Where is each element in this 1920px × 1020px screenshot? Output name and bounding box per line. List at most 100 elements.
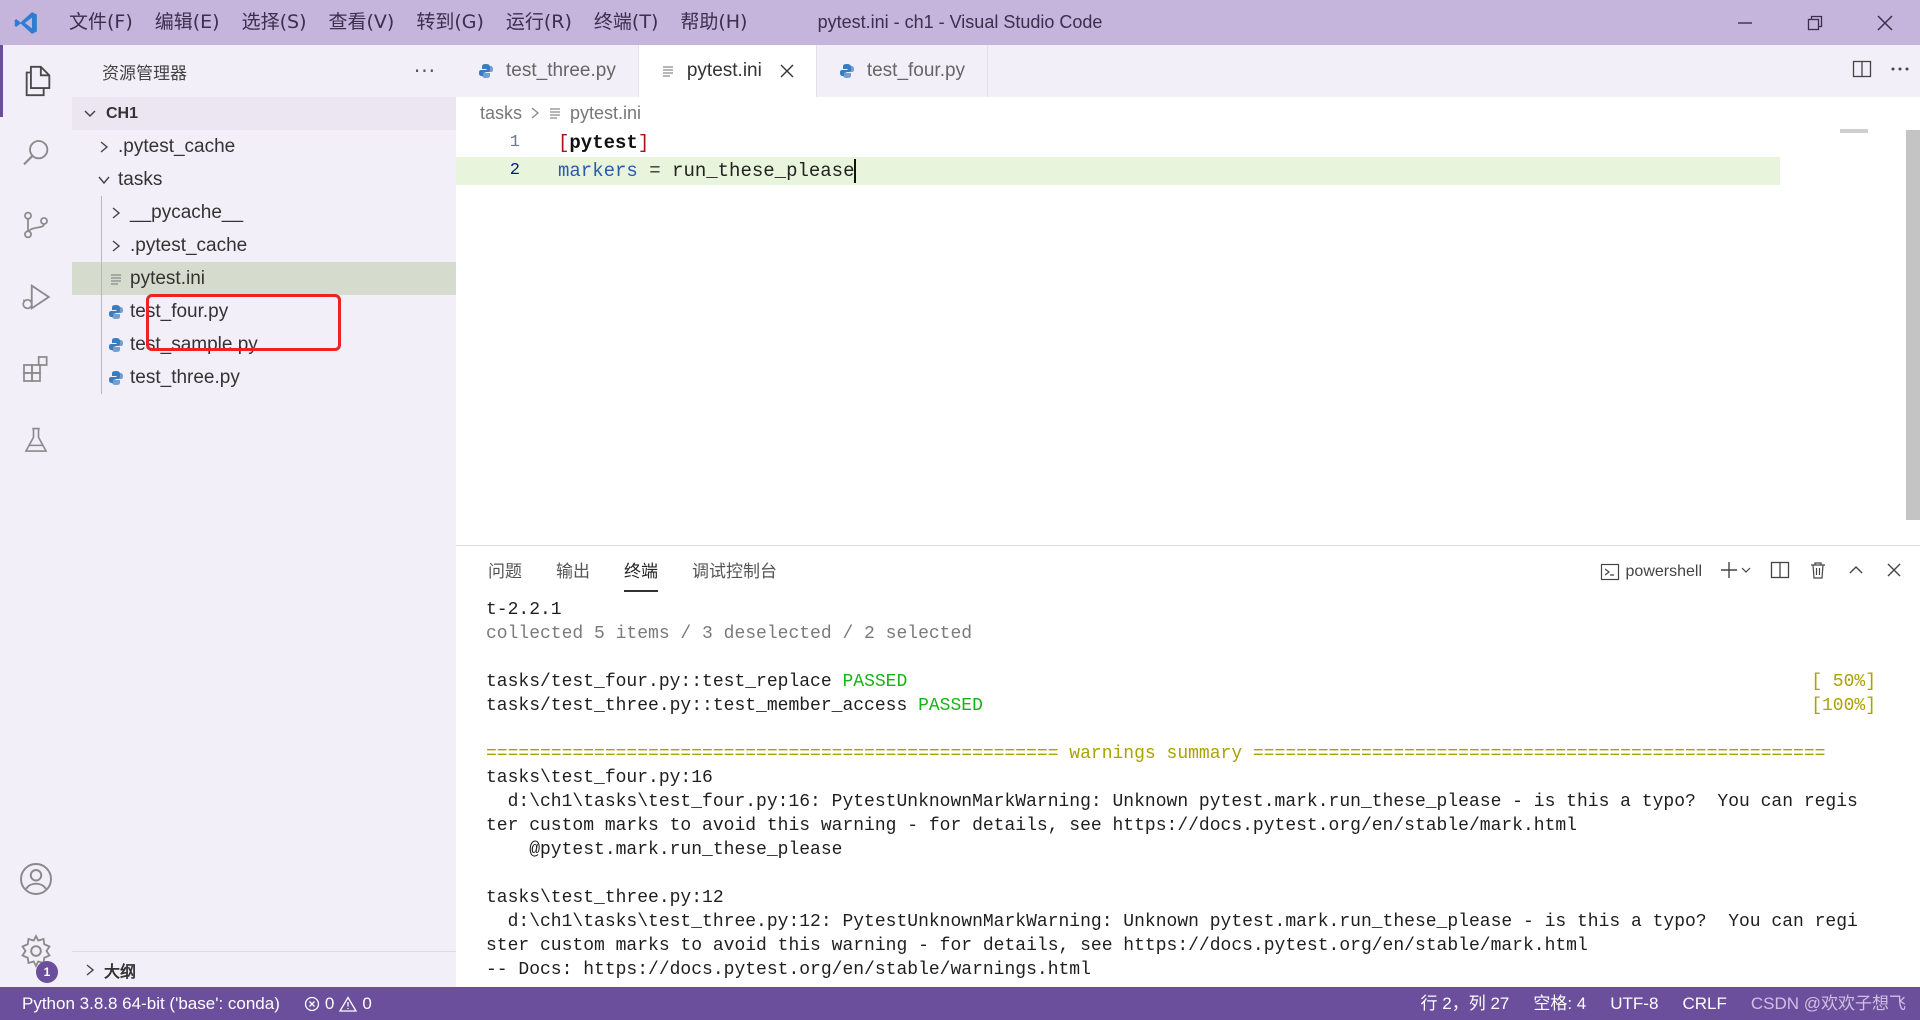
activity-bar: 1 xyxy=(0,45,72,987)
indent-guide xyxy=(101,361,102,394)
minimap[interactable] xyxy=(1840,129,1868,133)
token-bracket: [ xyxy=(558,132,570,154)
explorer-title: 资源管理器 xyxy=(102,63,187,84)
tree-item-pytest-cache-tasks[interactable]: .pytest_cache xyxy=(72,229,456,262)
restore-button[interactable] xyxy=(1780,0,1850,45)
tab-label: pytest.ini xyxy=(686,60,762,81)
split-terminal-button[interactable] xyxy=(1770,560,1790,585)
breadcrumb-file[interactable]: pytest.ini xyxy=(570,103,641,124)
ini-file-icon xyxy=(661,64,675,78)
terminal-line: tasks\test_three.py:12 xyxy=(486,888,724,908)
panel-actions: powershell xyxy=(1600,546,1904,598)
tree-item-pytest-ini[interactable]: pytest.ini xyxy=(72,262,456,295)
more-actions-button[interactable]: ··· xyxy=(414,59,436,83)
problems-indicator[interactable]: 0 0 xyxy=(292,987,384,1020)
menu-edit[interactable]: 编辑(E) xyxy=(144,0,231,45)
tree-item-tasks[interactable]: tasks xyxy=(72,163,456,196)
python-interpreter[interactable]: Python 3.8.8 64-bit ('base': conda) xyxy=(0,987,292,1020)
menu-file[interactable]: 文件(F) xyxy=(58,0,144,45)
status-bar-right: 行 2，列 27 空格: 4 UTF-8 CRLF CSDN @欢欢子想飞 xyxy=(1409,987,1920,1020)
python-file-icon xyxy=(106,337,126,353)
watermark-text: CSDN @欢欢子想飞 xyxy=(1750,994,1906,1013)
encoding[interactable]: UTF-8 xyxy=(1598,987,1670,1020)
token-value: run_these_please xyxy=(672,160,855,182)
split-editor-button[interactable] xyxy=(1852,59,1872,84)
source-control-button[interactable] xyxy=(0,189,72,261)
indent-guide xyxy=(101,295,102,328)
tree-item-label: test_three.py xyxy=(130,366,240,388)
menu-selection[interactable]: 选择(S) xyxy=(231,0,318,45)
tree-item-pytest-cache-root[interactable]: .pytest_cache xyxy=(72,130,456,163)
token-bracket: ] xyxy=(637,132,650,154)
error-count: 0 xyxy=(324,994,335,1013)
chevron-right-icon xyxy=(106,239,126,253)
tab-problems[interactable]: 问题 xyxy=(488,546,522,598)
close-icon xyxy=(1887,563,1901,576)
highlight-annotation-box xyxy=(146,294,341,351)
window-controls xyxy=(1710,0,1920,45)
close-window-button[interactable] xyxy=(1850,0,1920,45)
code-line: 1 [pytest] xyxy=(456,129,1920,157)
terminal-output[interactable]: t-2.2.1 collected 5 items / 3 deselected… xyxy=(456,598,1920,982)
close-panel-button[interactable] xyxy=(1884,560,1904,585)
terminal-line: d:\ch1\tasks\test_four.py:16: PytestUnkn… xyxy=(486,792,1858,812)
indent-guide xyxy=(101,262,102,295)
indentation[interactable]: 空格: 4 xyxy=(1521,987,1598,1020)
accounts-button[interactable] xyxy=(0,843,72,915)
close-icon[interactable] xyxy=(780,64,794,78)
tree-item-test-three[interactable]: test_three.py xyxy=(72,361,456,394)
explorer-button[interactable] xyxy=(0,45,72,117)
editor-tabs: test_three.py pytest.ini test_four.py xyxy=(456,45,1920,97)
explorer-header: 资源管理器 ··· xyxy=(72,45,456,97)
terminal-selector[interactable]: powershell xyxy=(1600,562,1702,582)
chevron-right-icon xyxy=(80,963,100,977)
code-editor[interactable]: 1 [pytest] 2 markers = run_these_please xyxy=(456,129,1920,185)
terminal-line: collected 5 items / 3 deselected / 2 sel… xyxy=(486,624,973,644)
extensions-button[interactable] xyxy=(0,333,72,405)
minimize-button[interactable] xyxy=(1710,0,1780,45)
account-icon xyxy=(20,863,52,895)
chevron-down-icon xyxy=(80,107,100,121)
restore-icon xyxy=(1807,15,1823,30)
tab-test-four[interactable]: test_four.py xyxy=(817,45,989,97)
warning-icon xyxy=(339,995,358,1012)
tab-test-three[interactable]: test_three.py xyxy=(456,45,639,97)
testing-button[interactable] xyxy=(0,405,72,477)
menu-run[interactable]: 运行(R) xyxy=(495,0,583,45)
maximize-panel-button[interactable] xyxy=(1846,560,1866,585)
line-number: 2 xyxy=(509,161,520,180)
new-terminal-button[interactable] xyxy=(1720,560,1752,585)
menu-go[interactable]: 转到(G) xyxy=(405,0,495,45)
python-file-icon xyxy=(106,304,126,320)
end-of-line[interactable]: CRLF xyxy=(1670,987,1738,1020)
search-button[interactable] xyxy=(0,117,72,189)
tab-output[interactable]: 输出 xyxy=(556,546,590,598)
tab-pytest-ini[interactable]: pytest.ini xyxy=(638,45,817,97)
chevron-down-icon xyxy=(94,174,114,186)
vertical-scrollbar[interactable] xyxy=(1906,130,1920,520)
test-name: tasks/test_three.py::test_member_access xyxy=(486,696,919,716)
menu-terminal[interactable]: 终端(T) xyxy=(583,0,669,45)
vscode-logo-icon[interactable] xyxy=(0,0,52,45)
terminal-line: ter custom marks to avoid this warning -… xyxy=(486,816,1577,836)
cursor-position[interactable]: 行 2，列 27 xyxy=(1409,987,1522,1020)
tab-terminal[interactable]: 终端 xyxy=(624,546,658,598)
file-tree: .pytest_cache tasks __pycache__ .pytest_… xyxy=(72,130,456,394)
tab-debug-console[interactable]: 调试控制台 xyxy=(692,546,777,598)
manage-button[interactable]: 1 xyxy=(0,915,72,987)
files-icon xyxy=(25,65,50,97)
indent-guide xyxy=(101,229,102,262)
more-actions-button[interactable] xyxy=(1890,59,1910,84)
run-debug-button[interactable] xyxy=(0,261,72,333)
kill-terminal-button[interactable] xyxy=(1808,560,1828,585)
extensions-icon xyxy=(23,356,48,382)
breadcrumb-folder[interactable]: tasks xyxy=(480,103,522,124)
outline-section-header[interactable]: 大纲 xyxy=(72,951,456,987)
tree-item-pycache[interactable]: __pycache__ xyxy=(72,196,456,229)
workspace-folder-header[interactable]: CH1 xyxy=(72,97,456,130)
menu-help[interactable]: 帮助(H) xyxy=(669,0,758,45)
title-bar: 文件(F) 编辑(E) 选择(S) 查看(V) 转到(G) 运行(R) 终端(T… xyxy=(0,0,1920,45)
menu-view[interactable]: 查看(V) xyxy=(318,0,406,45)
token-key: markers xyxy=(558,160,638,182)
